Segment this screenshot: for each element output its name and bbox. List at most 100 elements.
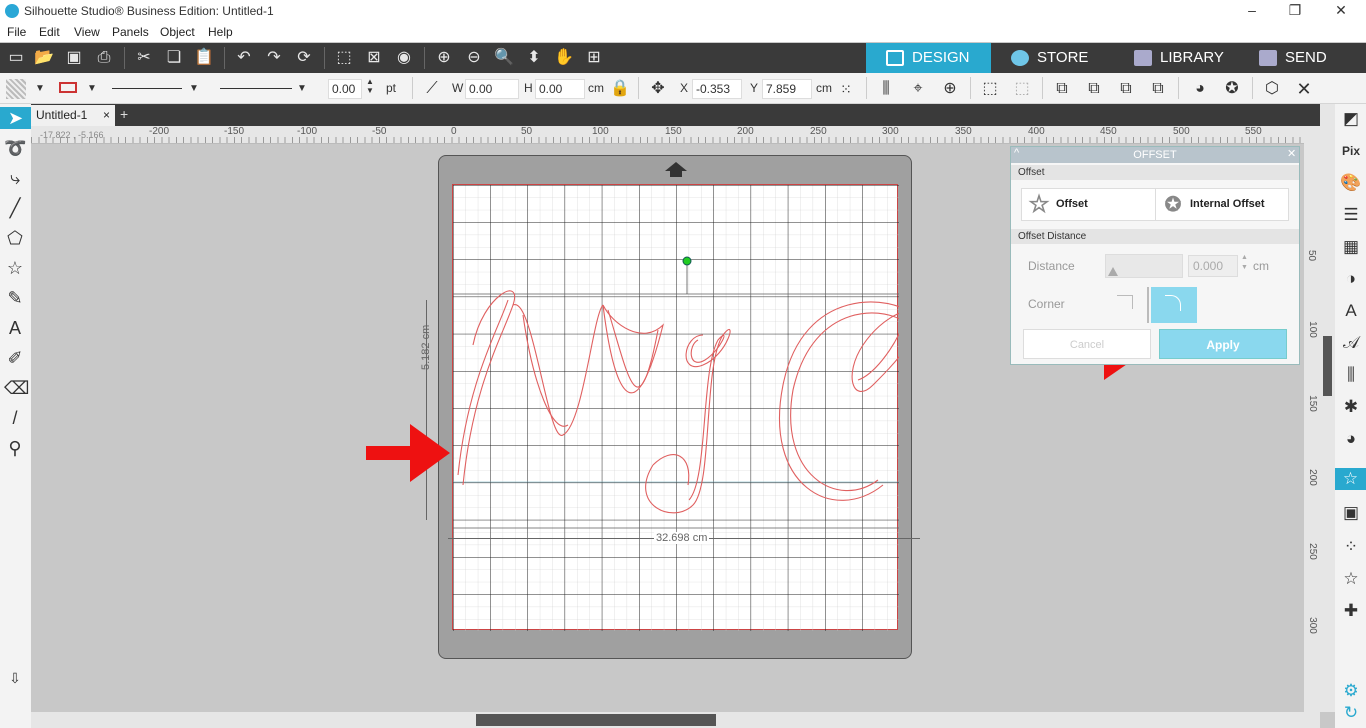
copy-icon[interactable]: ❏ <box>164 48 184 68</box>
edit-points-icon[interactable]: ➰ <box>4 137 26 159</box>
reference-point-icon[interactable]: ⁙ <box>836 79 856 99</box>
line-style-icon[interactable]: ☰ <box>1340 204 1362 226</box>
cancel-button[interactable]: Cancel <box>1023 329 1151 359</box>
line-tool-icon[interactable]: ⟋ <box>422 79 442 99</box>
drag-zoom-icon[interactable]: ⬍ <box>524 48 544 68</box>
redraw-icon[interactable]: ⟳ <box>294 48 314 68</box>
star-offset-icon[interactable]: ✪ <box>1222 79 1242 99</box>
corner-sharp-button[interactable] <box>1105 287 1149 323</box>
menu-panels[interactable]: Panels <box>112 25 149 39</box>
replicate-icon[interactable]: ✱ <box>1340 396 1362 418</box>
slider-thumb-icon[interactable] <box>1108 267 1118 276</box>
move-icon[interactable]: ✥ <box>648 79 668 99</box>
vertical-scroll-thumb[interactable] <box>1323 336 1332 396</box>
offset-star-icon[interactable]: ☆ <box>1335 468 1366 490</box>
tab-store[interactable]: STORE <box>991 43 1114 73</box>
open-folder-icon[interactable]: 📂 <box>34 48 54 68</box>
cut-icon[interactable]: ✂ <box>134 48 154 68</box>
line-style-preview[interactable] <box>112 88 182 89</box>
select-all-icon[interactable]: ⬚ <box>334 48 354 68</box>
weld-icon[interactable]: ⧉ <box>1052 79 1072 99</box>
redo-icon[interactable]: ↷ <box>264 48 284 68</box>
width-input[interactable]: 0.00 <box>465 79 519 99</box>
eyedropper-icon[interactable]: ⚲ <box>4 437 26 459</box>
tab-library[interactable]: LIBRARY <box>1114 43 1239 73</box>
text-style-icon[interactable]: A <box>1340 300 1362 322</box>
menu-edit[interactable]: Edit <box>39 25 60 39</box>
chevron-down-icon[interactable]: ▼ <box>82 79 102 99</box>
new-document-icon[interactable]: ▭ <box>6 48 26 68</box>
document-tab[interactable]: Untitled-1 × <box>31 105 115 126</box>
fit-to-page-icon[interactable]: ⊞ <box>584 48 604 68</box>
deselect-icon[interactable]: ⊠ <box>364 48 384 68</box>
menu-help[interactable]: Help <box>208 25 233 39</box>
lock-aspect-icon[interactable]: 🔒 <box>610 79 630 99</box>
polygon-icon[interactable]: ⬠ <box>4 227 26 249</box>
chevron-down-icon[interactable]: ▼ <box>30 79 50 99</box>
menu-view[interactable]: View <box>74 25 100 39</box>
save-icon[interactable]: ▣ <box>64 48 84 68</box>
fill-pattern-icon[interactable]: ▦ <box>1340 236 1362 258</box>
fill-pattern-icon[interactable] <box>6 79 26 99</box>
fill-color-icon[interactable]: 🎨 <box>1340 172 1362 194</box>
align-icon[interactable]: ⫼ <box>876 79 896 99</box>
draw-tool-icon[interactable]: ✐ <box>4 347 26 369</box>
undo-icon[interactable]: ↶ <box>234 48 254 68</box>
select-arrow-icon[interactable]: ➤ <box>0 107 31 129</box>
line-color-icon[interactable] <box>58 79 78 99</box>
horizontal-scrollbar[interactable] <box>31 712 1320 728</box>
distance-input[interactable]: 0.000 <box>1188 255 1238 277</box>
transparency-icon[interactable]: ◑ <box>1340 268 1362 290</box>
chevron-down-icon[interactable]: ▼ <box>184 79 204 99</box>
pencil-icon[interactable]: ✎ <box>4 287 26 309</box>
menu-object[interactable]: Object <box>160 25 195 39</box>
eraser-icon[interactable]: ⌫ <box>4 377 29 399</box>
group-icon[interactable]: ⬚ <box>980 79 1000 99</box>
add-tab-icon[interactable]: + <box>120 106 128 122</box>
horizontal-scroll-thumb[interactable] <box>476 714 716 726</box>
select-by-color-icon[interactable]: ◉ <box>394 48 414 68</box>
shape-merge-icon[interactable]: ◕ <box>1190 79 1210 99</box>
zoom-in-icon[interactable]: ⊕ <box>434 48 454 68</box>
settings-gear-icon[interactable]: ⚙ <box>1340 680 1362 702</box>
3d-box-icon[interactable]: ⬡ <box>1262 79 1282 99</box>
page-setup-icon[interactable]: ◩ <box>1340 108 1362 130</box>
x-position-input[interactable]: -0.353 <box>692 79 742 99</box>
modify-icon[interactable]: ◕ <box>1340 428 1362 450</box>
zoom-select-icon[interactable]: 🔍 <box>494 48 514 68</box>
menu-file[interactable]: File <box>7 25 26 39</box>
collapse-chevron-icon[interactable]: ^ <box>1014 147 1019 159</box>
tab-design[interactable]: DESIGN <box>866 43 991 73</box>
star-favorite-icon[interactable]: ☆ <box>1340 568 1362 590</box>
close-window-icon[interactable]: ✕ <box>1331 2 1351 19</box>
distance-spinner-icon[interactable]: ▲ ▼ <box>1241 253 1248 273</box>
line-end-preview[interactable] <box>220 88 292 89</box>
text-tool-icon[interactable]: A <box>4 317 26 339</box>
corner-round-button[interactable] <box>1151 287 1197 323</box>
subtract-icon[interactable]: ⧉ <box>1084 79 1104 99</box>
center-to-page-icon[interactable]: ⊕ <box>940 79 960 99</box>
trace-icon[interactable]: ▣ <box>1340 502 1362 524</box>
offset-button[interactable]: ☆ Offset <box>1021 188 1157 221</box>
stroke-spinner-icon[interactable]: ▲ ▼ <box>366 77 374 95</box>
library-drawer-icon[interactable]: ⇩ <box>4 667 26 689</box>
chevron-down-icon[interactable]: ▼ <box>292 79 312 99</box>
zoom-out-icon[interactable]: ⊖ <box>464 48 484 68</box>
internal-offset-button[interactable]: ✪ Internal Offset <box>1155 188 1289 221</box>
sketch-icon[interactable]: ⁘ <box>1340 536 1362 558</box>
pan-hand-icon[interactable]: ✋ <box>554 48 574 68</box>
pixscan-icon[interactable]: Pix <box>1340 140 1362 162</box>
tab-send[interactable]: SEND <box>1239 43 1366 73</box>
stroke-weight-input[interactable]: 0.00 <box>328 79 362 99</box>
puzzle-icon[interactable]: ✚ <box>1340 600 1362 622</box>
star-shape-icon[interactable]: ☆ <box>4 257 26 279</box>
ungroup-icon[interactable]: ⬚ <box>1012 79 1032 99</box>
knife-icon[interactable]: / <box>4 407 26 429</box>
center-icon[interactable]: ⌖ <box>908 79 928 99</box>
height-input[interactable]: 0.00 <box>535 79 585 99</box>
apply-button[interactable]: Apply <box>1159 329 1287 359</box>
align-panel-icon[interactable]: ⫼ <box>1340 364 1362 386</box>
line-tool-icon[interactable]: ╱ <box>4 197 26 219</box>
vertical-scrollbar[interactable] <box>1320 104 1335 712</box>
print-icon[interactable]: ⎙ <box>94 48 114 68</box>
